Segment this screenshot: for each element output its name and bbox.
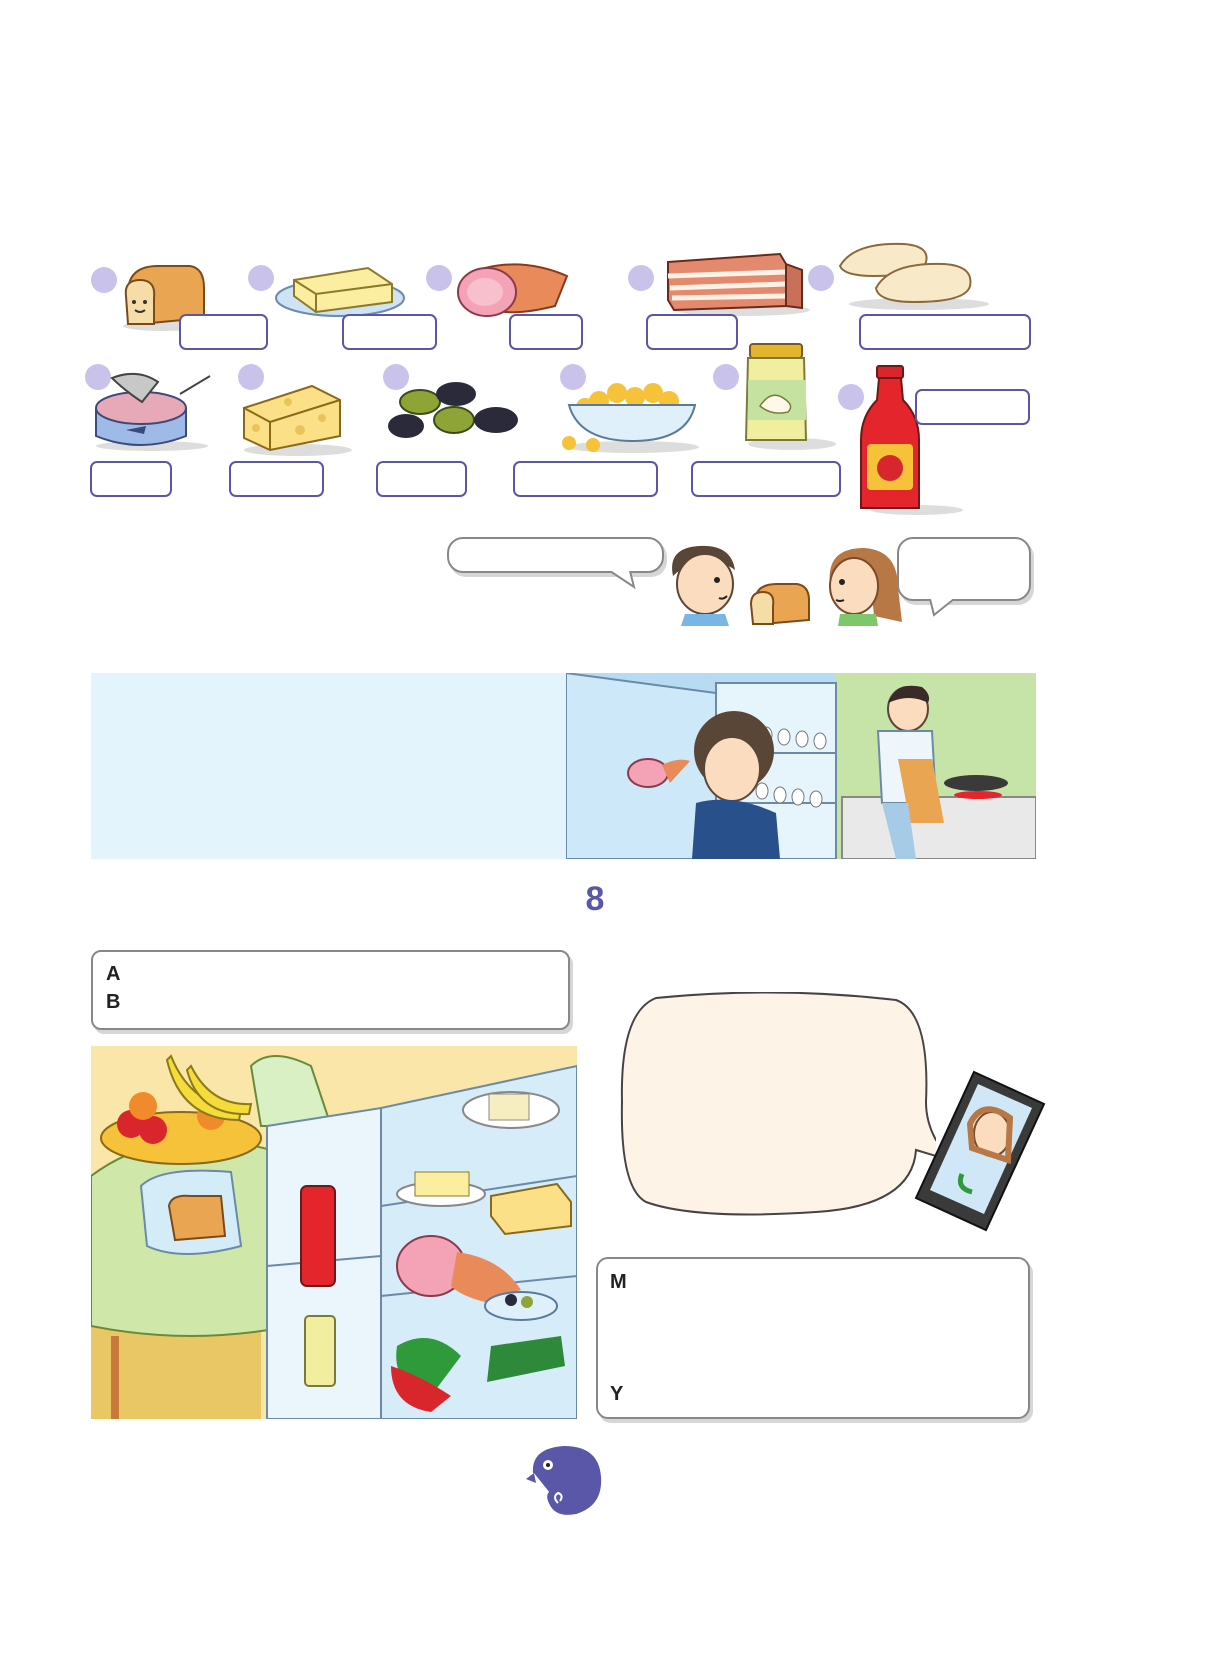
answer-box-7[interactable] <box>229 461 324 497</box>
answer-box-10[interactable] <box>691 461 841 497</box>
number-circle-1 <box>91 267 117 293</box>
number-circle-10 <box>713 364 739 390</box>
corn-bowl-icon <box>555 375 705 455</box>
answer-box-3[interactable] <box>509 314 583 350</box>
dialogue-label-y: Y <box>610 1383 624 1405</box>
ham-icon <box>455 258 575 320</box>
kitchen-illustration <box>566 673 1036 859</box>
answer-box-5[interactable] <box>859 314 1031 350</box>
bacon-icon <box>662 248 812 318</box>
fridge-illustration <box>91 1046 577 1419</box>
chameleon-logo-icon <box>524 1443 604 1518</box>
boy-icon <box>665 542 743 626</box>
pitta-bread-icon <box>834 236 994 311</box>
number-circle-2 <box>248 265 274 291</box>
answer-box-9[interactable] <box>513 461 658 497</box>
answer-box-4[interactable] <box>646 314 738 350</box>
answer-box-6[interactable] <box>90 461 172 497</box>
answer-box-8[interactable] <box>376 461 467 497</box>
dialogue-label-b: B <box>106 991 121 1013</box>
writing-panel[interactable] <box>91 673 566 859</box>
cheese-icon <box>240 378 355 458</box>
number-circle-3 <box>426 265 452 291</box>
dialogue-box-ab[interactable] <box>91 950 570 1030</box>
speech-bubble-tail-right <box>929 599 955 617</box>
dialogue-label-m: M <box>610 1271 627 1293</box>
answer-box-2[interactable] <box>342 314 437 350</box>
mayonnaise-jar-icon <box>742 340 837 452</box>
girl-icon <box>820 544 904 626</box>
speech-bubble-right[interactable] <box>897 537 1031 601</box>
ketchup-bottle-icon <box>857 364 967 516</box>
dialogue-box-my[interactable] <box>596 1257 1030 1419</box>
bread-small-icon <box>747 580 811 628</box>
phone-speech-bubble[interactable] <box>616 992 936 1217</box>
number-circle-4 <box>628 265 654 291</box>
dialogue-label-a: A <box>106 963 121 985</box>
answer-box-1[interactable] <box>179 314 268 350</box>
olives-icon <box>386 380 521 445</box>
number-circle-5 <box>808 265 834 291</box>
phone-icon <box>912 1068 1052 1234</box>
speech-bubble-left[interactable] <box>447 537 664 573</box>
speech-bubble-tail-left <box>609 571 636 590</box>
unit-number: 8 <box>585 880 605 918</box>
tuna-can-icon <box>90 368 215 453</box>
answer-box-11[interactable] <box>915 389 1030 425</box>
